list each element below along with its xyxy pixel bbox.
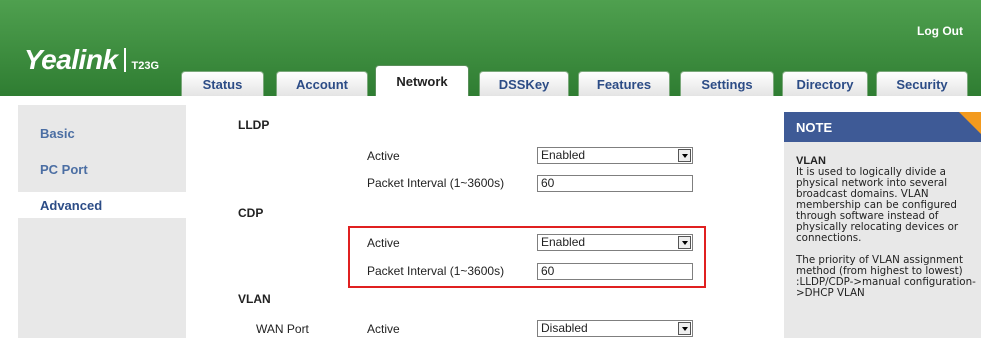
section-title-lldp: LLDP — [238, 118, 270, 132]
tab-security[interactable]: Security — [876, 71, 968, 96]
tab-account[interactable]: Account — [276, 71, 368, 96]
vlan-active-label: Active — [367, 322, 400, 336]
note-paragraph-2: The priority of VLAN assignment method (… — [796, 254, 976, 299]
tab-status[interactable]: Status — [181, 71, 264, 96]
tab-directory[interactable]: Directory — [782, 71, 868, 96]
lldp-active-select[interactable]: Enabled — [537, 147, 693, 164]
lldp-active-value: Enabled — [541, 148, 586, 162]
tab-network[interactable]: Network — [375, 65, 469, 96]
vlan-active-value: Disabled — [541, 321, 588, 335]
vlan-wan-port-label: WAN Port — [256, 322, 309, 336]
sidebar-item-advanced[interactable]: Advanced — [40, 198, 102, 213]
note-body: VLAN It is used to logically divide a ph… — [784, 142, 981, 338]
tab-bar: Status Account Network DSSKey Features S… — [0, 65, 981, 96]
header-bar: Yealink T23G Log Out Status Account Netw… — [0, 0, 981, 96]
sidebar-item-basic[interactable]: Basic — [40, 126, 75, 141]
sidebar-item-pc-port[interactable]: PC Port — [40, 162, 88, 177]
lldp-interval-input[interactable]: 60 — [537, 175, 693, 192]
note-corner-flag — [959, 112, 981, 134]
tab-settings[interactable]: Settings — [680, 71, 774, 96]
note-header: NOTE — [784, 112, 981, 142]
logout-link[interactable]: Log Out — [917, 24, 963, 38]
chevron-down-icon — [678, 322, 691, 335]
note-paragraph-1: It is used to logically divide a physica… — [796, 166, 959, 244]
section-title-vlan: VLAN — [238, 292, 271, 306]
chevron-down-icon — [678, 149, 691, 162]
cdp-highlight-box — [348, 226, 706, 288]
tab-dsskey[interactable]: DSSKey — [479, 71, 569, 96]
section-title-cdp: CDP — [238, 206, 264, 220]
lldp-active-label: Active — [367, 149, 400, 163]
note-title: NOTE — [796, 120, 833, 135]
tab-features[interactable]: Features — [578, 71, 670, 96]
lldp-interval-label: Packet Interval (1~3600s) — [367, 176, 505, 190]
vlan-active-select[interactable]: Disabled — [537, 320, 693, 337]
